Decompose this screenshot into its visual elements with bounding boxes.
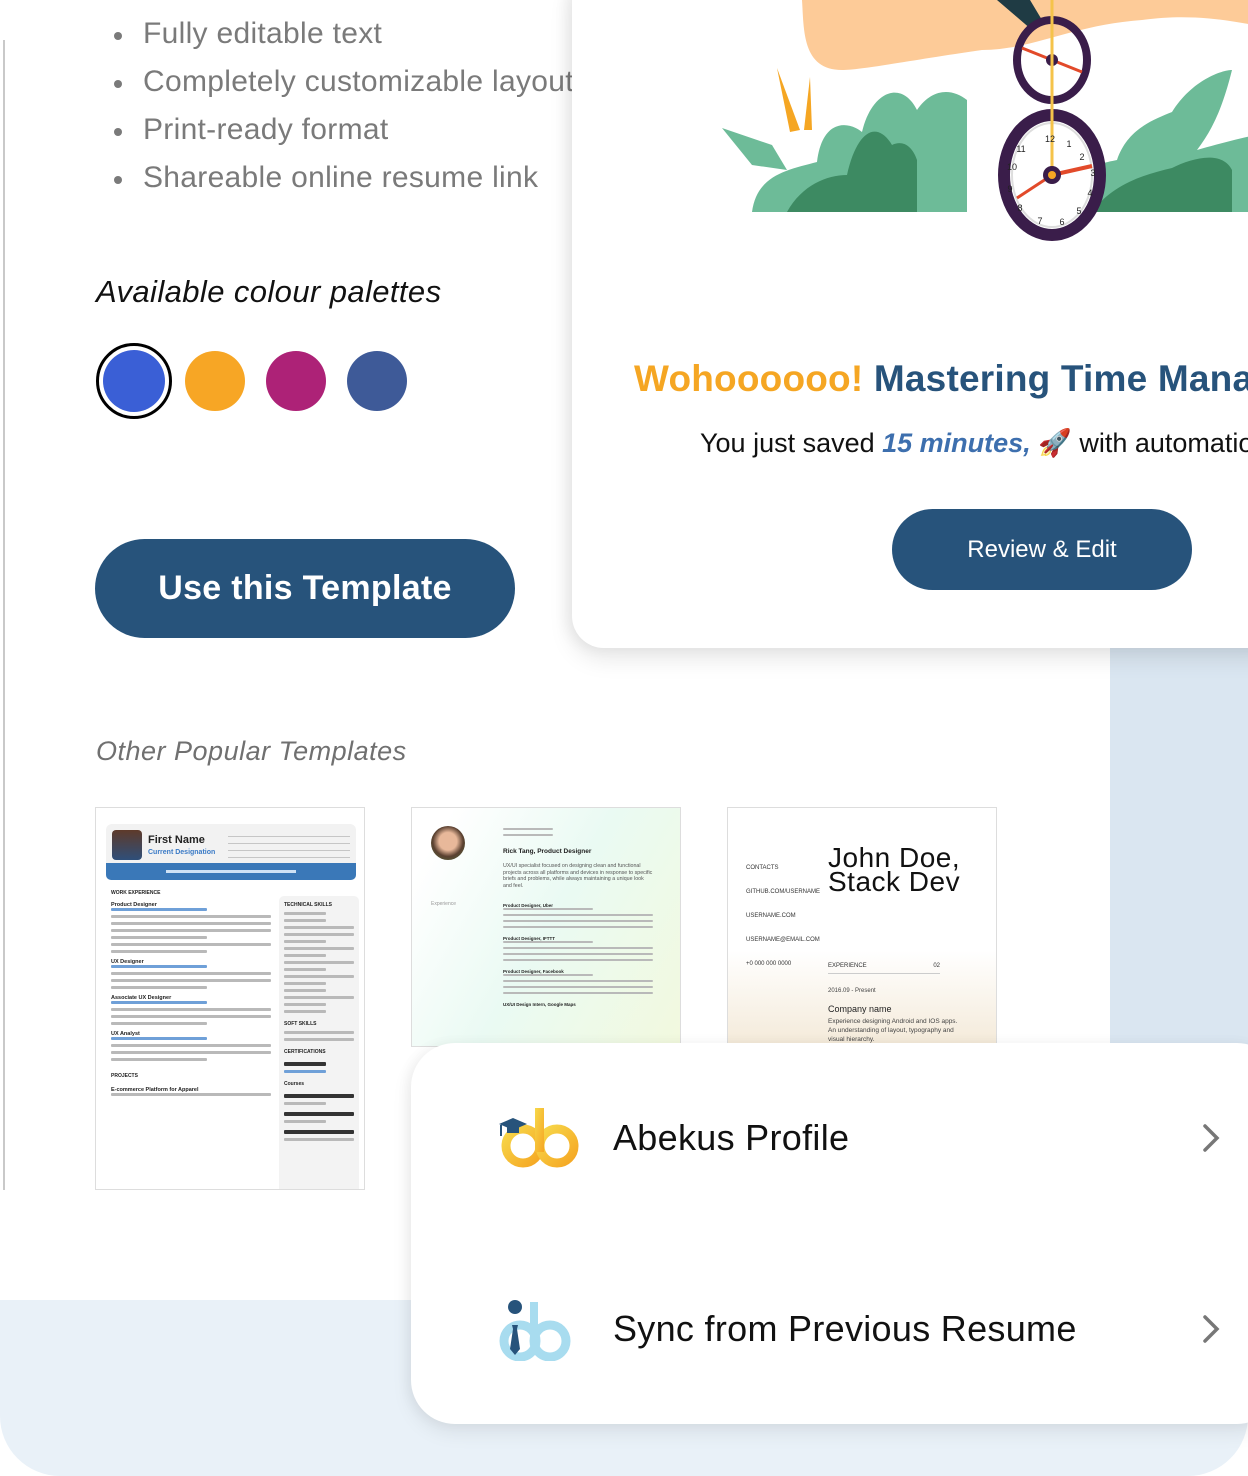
palette-swatch-navy[interactable] <box>347 351 407 411</box>
feature-item: Print-ready format <box>110 108 580 156</box>
name-line: Stack Dev <box>828 866 961 897</box>
palette-swatch-blue[interactable] <box>96 343 172 419</box>
side-section-title: CERTIFICATIONS <box>284 1049 326 1055</box>
option-sync-previous-resume[interactable]: Sync from Previous Resume <box>411 1264 1248 1394</box>
resume-main-column: WORK EXPERIENCE Product Designer UX Desi… <box>111 890 271 1189</box>
resume-side-column: TECHNICAL SKILLS SOFT SKILLS CERTIFICATI… <box>279 896 359 1189</box>
resume-summary <box>228 832 350 858</box>
option-label: Abekus Profile <box>613 1117 850 1158</box>
import-options-card: Abekus Profile Sync from Previous Resume <box>411 1043 1248 1424</box>
svg-text:12: 12 <box>1045 134 1055 144</box>
contact-lines <box>503 828 553 840</box>
svg-text:2: 2 <box>1079 152 1084 162</box>
modal-title: Wohoooooo! Mastering Time Management <box>634 358 1248 400</box>
page-background-right <box>1110 648 1248 1048</box>
clock-unicycle-illustration: 12 12 3 45 6 7 8 9 10 11 <box>722 0 1248 241</box>
resume-name: First Name <box>148 834 205 846</box>
feature-item: Shareable online resume link <box>110 156 580 204</box>
svg-text:6: 6 <box>1059 217 1064 227</box>
svg-text:8: 8 <box>1017 203 1022 213</box>
resume-name: Rick Tang, Product Designer <box>503 848 592 855</box>
template-thumbnail-2[interactable]: Rick Tang, Product Designer UX/UI specia… <box>411 807 681 1047</box>
profile-photo <box>112 830 142 860</box>
contact-item: USERNAME@EMAIL.COM <box>746 937 820 943</box>
title-highlight: Wohoooooo! <box>634 358 864 399</box>
resume-designation: Current Designation <box>148 849 216 856</box>
svg-text:7: 7 <box>1037 216 1042 226</box>
subtitle-suffix: with automation <box>1079 428 1248 458</box>
color-palette-picker <box>96 343 407 419</box>
rocket-icon: 🚀 <box>1038 428 1072 458</box>
title-main: Mastering Time Management <box>873 358 1248 399</box>
resume-body: UX/UI specialist focused on designing cl… <box>503 863 653 1007</box>
role-title: UX/UI Design Intern, Google Maps <box>503 1002 576 1007</box>
side-section-title: TECHNICAL SKILLS <box>284 902 332 908</box>
side-section-title: Courses <box>284 1081 305 1087</box>
experience-count: 02 <box>933 963 940 969</box>
other-templates-heading: Other Popular Templates <box>96 736 407 766</box>
template-features-list: Fully editable text Completely customiza… <box>110 12 580 204</box>
experience-section: EXPERIENCE 02 2016.09 - Present Company … <box>828 963 968 1044</box>
contact-item: USERNAME.COM <box>746 913 796 919</box>
section-label: Experience <box>431 901 457 907</box>
contact-item: +0 000 000 0000 <box>746 961 792 967</box>
template-thumbnail-1[interactable]: First Name Current Designation WORK EXPE… <box>95 807 365 1190</box>
abekus-logo-icon <box>499 1108 579 1168</box>
contacts-title: CONTACTS <box>746 865 779 871</box>
feature-item: Completely customizable layout <box>110 60 580 108</box>
contact-item: GITHUB.COM/USERNAME <box>746 889 821 895</box>
review-edit-button[interactable]: Review & Edit <box>892 509 1192 590</box>
abekus-tie-logo-icon <box>499 1300 571 1361</box>
experience-description: Experience designing Android and IOS app… <box>828 1018 958 1043</box>
svg-text:11: 11 <box>1016 144 1025 154</box>
subtitle-prefix: You just saved <box>700 428 883 458</box>
svg-text:4: 4 <box>1087 188 1092 198</box>
success-modal: 12 1 2 3 45 6 7 8 9 10 11 Wohoooooo! Mastering … <box>572 0 1248 648</box>
palettes-heading: Available colour palettes <box>96 274 442 309</box>
section-title: PROJECTS <box>111 1073 138 1079</box>
option-label: Sync from Previous Resume <box>613 1308 1077 1349</box>
svg-text:3: 3 <box>1090 168 1095 178</box>
svg-text:5: 5 <box>1076 206 1081 216</box>
section-title: WORK EXPERIENCE <box>111 890 161 896</box>
use-template-button[interactable]: Use this Template <box>95 539 515 638</box>
modal-subtitle: You just saved 15 minutes, 🚀 with automa… <box>700 427 1248 459</box>
option-abekus-profile[interactable]: Abekus Profile <box>411 1073 1248 1203</box>
company-name: Company name <box>828 1004 892 1014</box>
profile-photo <box>431 826 465 860</box>
resume-name: John Doe, Stack Dev <box>828 844 961 897</box>
chevron-right-icon <box>1203 1124 1220 1152</box>
side-section-title: SOFT SKILLS <box>284 1021 317 1027</box>
experience-period: 2016.09 - Present <box>828 988 876 994</box>
svg-text:9: 9 <box>1007 184 1012 194</box>
contacts-column: CONTACTS GITHUB.COM/USERNAME USERNAME.CO… <box>746 856 820 976</box>
palette-swatch-magenta[interactable] <box>266 351 326 411</box>
experience-title: EXPERIENCE <box>828 963 867 969</box>
resume-summary: UX/UI specialist focused on designing cl… <box>503 863 653 889</box>
chevron-right-icon <box>1203 1315 1220 1343</box>
feature-item: Fully editable text <box>110 12 580 60</box>
template-thumbnail-3[interactable]: CONTACTS GITHUB.COM/USERNAME USERNAME.CO… <box>727 807 997 1047</box>
time-saved: 15 minutes, <box>882 428 1031 458</box>
palette-swatch-orange[interactable] <box>185 351 245 411</box>
panel-border <box>3 40 5 1190</box>
contact-bar <box>106 863 356 880</box>
svg-text:1: 1 <box>1066 139 1071 149</box>
svg-text:10: 10 <box>1007 162 1017 172</box>
